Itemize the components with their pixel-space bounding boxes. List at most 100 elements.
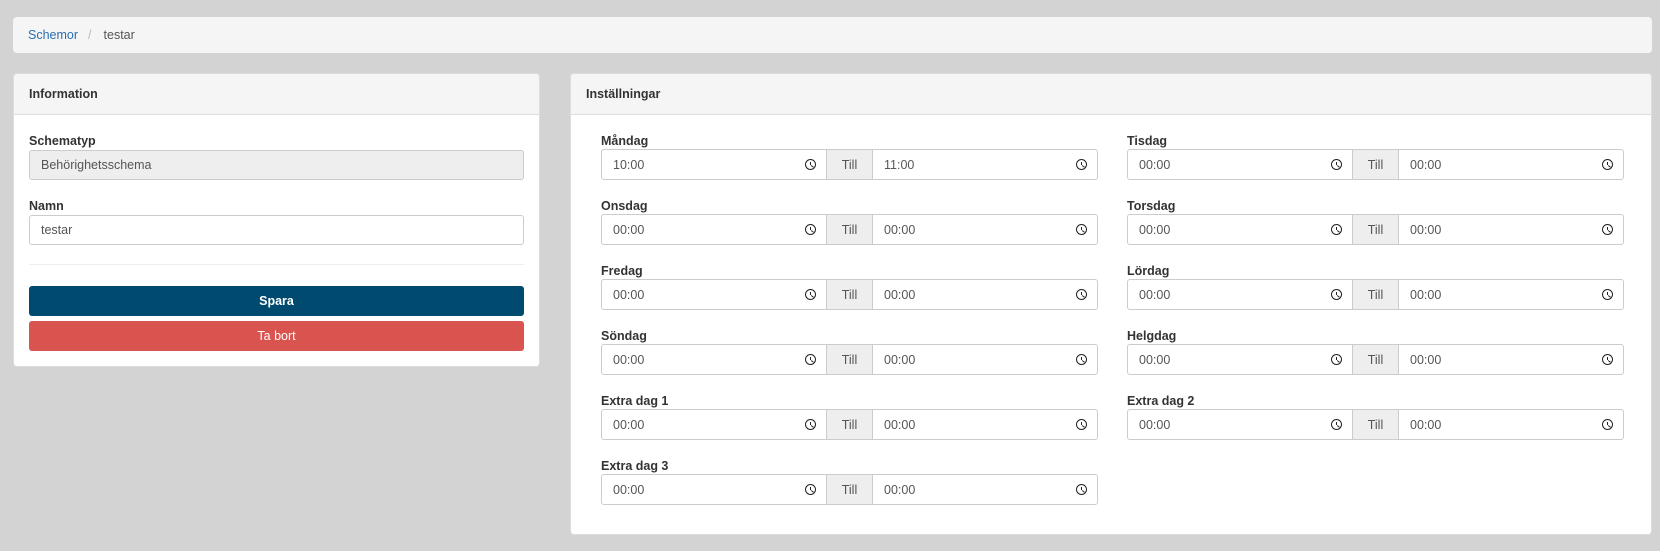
save-button[interactable]: Spara [29,286,524,316]
clock-icon[interactable] [1076,354,1087,365]
to-time-input[interactable]: 00:00 [872,344,1098,375]
from-time-value: 00:00 [1139,222,1171,237]
to-time-input[interactable]: 00:00 [1398,214,1624,245]
namn-input[interactable]: testar [29,215,524,245]
day-label: Torsdag [1127,199,1176,213]
from-time-input[interactable]: 00:00 [1127,279,1353,310]
clock-icon[interactable] [805,419,816,430]
breadcrumb-separator: / [88,28,92,42]
day-label: Extra dag 2 [1127,394,1195,408]
day-label: Onsdag [601,199,648,213]
day-row-extra-dag-2: Extra dag 2 00:00 Till 00:00 [1127,394,1624,446]
clock-icon[interactable] [1602,419,1613,430]
till-addon: Till [827,214,872,245]
from-time-value: 10:00 [613,157,645,172]
to-time-input[interactable]: 00:00 [872,474,1098,505]
from-time-input[interactable]: 00:00 [1127,409,1353,440]
clock-icon[interactable] [1331,354,1342,365]
settings-panel-heading: Inställningar [571,74,1651,115]
time-range: 00:00 Till 00:00 [601,214,1098,245]
to-time-input[interactable]: 00:00 [1398,409,1624,440]
to-time-value: 11:00 [884,157,915,172]
clock-icon[interactable] [1331,289,1342,300]
time-range: 10:00 Till 11:00 [601,149,1098,180]
from-time-input[interactable]: 00:00 [601,344,827,375]
information-panel-heading: Information [14,74,539,115]
day-row-extra-dag-1: Extra dag 1 00:00 Till 00:00 [601,394,1098,446]
day-row-helgdag: Helgdag 00:00 Till 00:00 [1127,329,1624,381]
breadcrumb-current: testar [103,28,135,42]
to-time-input[interactable]: 00:00 [872,409,1098,440]
day-label: Extra dag 3 [601,459,669,473]
from-time-value: 00:00 [1139,157,1171,172]
from-time-input[interactable]: 00:00 [601,474,827,505]
till-addon: Till [827,149,872,180]
from-time-input[interactable]: 00:00 [601,214,827,245]
clock-icon[interactable] [805,354,816,365]
day-row-måndag: Måndag 10:00 Till 11:00 [601,134,1098,186]
clock-icon[interactable] [1331,159,1342,170]
to-time-input[interactable]: 00:00 [1398,149,1624,180]
from-time-value: 00:00 [613,417,645,432]
clock-icon[interactable] [1076,484,1087,495]
from-time-input[interactable]: 10:00 [601,149,827,180]
to-time-input[interactable]: 00:00 [872,279,1098,310]
delete-button[interactable]: Ta bort [29,321,524,351]
day-row-extra-dag-3: Extra dag 3 00:00 Till 00:00 [601,459,1098,511]
clock-icon[interactable] [1331,419,1342,430]
clock-icon[interactable] [805,224,816,235]
day-row-onsdag: Onsdag 00:00 Till 00:00 [601,199,1098,251]
information-panel: Information Schematyp Behörighetsschema … [13,73,540,367]
till-addon: Till [1353,409,1398,440]
day-label: Söndag [601,329,647,343]
from-time-input[interactable]: 00:00 [601,409,827,440]
till-addon: Till [827,409,872,440]
time-range: 00:00 Till 00:00 [1127,344,1624,375]
from-time-value: 00:00 [613,222,645,237]
till-addon: Till [827,279,872,310]
clock-icon[interactable] [1076,159,1087,170]
from-time-value: 00:00 [1139,352,1171,367]
till-addon: Till [1353,344,1398,375]
schematyp-field: Behörighetsschema [29,150,524,180]
day-label: Fredag [601,264,643,278]
to-time-input[interactable]: 00:00 [1398,344,1624,375]
from-time-input[interactable]: 00:00 [1127,344,1353,375]
from-time-value: 00:00 [1139,417,1171,432]
settings-panel: Inställningar Måndag 10:00 Till 11:00 Tisdag… [570,73,1652,535]
breadcrumb: Schemor / testar [13,17,1652,53]
from-time-value: 00:00 [613,352,645,367]
to-time-value: 00:00 [1410,222,1442,237]
to-time-value: 00:00 [884,287,916,302]
time-range: 00:00 Till 00:00 [601,409,1098,440]
till-addon: Till [1353,279,1398,310]
clock-icon[interactable] [1602,159,1613,170]
clock-icon[interactable] [1602,289,1613,300]
clock-icon[interactable] [1602,224,1613,235]
to-time-input[interactable]: 00:00 [1398,279,1624,310]
clock-icon[interactable] [1331,224,1342,235]
clock-icon[interactable] [805,484,816,495]
form-divider [29,264,524,265]
till-addon: Till [827,344,872,375]
till-addon: Till [827,474,872,505]
clock-icon[interactable] [1076,289,1087,300]
clock-icon[interactable] [1602,354,1613,365]
breadcrumb-link-schemor[interactable]: Schemor [28,28,78,42]
to-time-input[interactable]: 00:00 [872,214,1098,245]
namn-label: Namn [29,199,64,213]
from-time-input[interactable]: 00:00 [601,279,827,310]
day-row-torsdag: Torsdag 00:00 Till 00:00 [1127,199,1624,251]
time-range: 00:00 Till 00:00 [1127,214,1624,245]
clock-icon[interactable] [1076,224,1087,235]
till-addon: Till [1353,149,1398,180]
clock-icon[interactable] [805,289,816,300]
day-row-lördag: Lördag 00:00 Till 00:00 [1127,264,1624,316]
clock-icon[interactable] [1076,419,1087,430]
day-label: Extra dag 1 [601,394,669,408]
from-time-input[interactable]: 00:00 [1127,214,1353,245]
clock-icon[interactable] [805,159,816,170]
to-time-input[interactable]: 11:00 [872,149,1098,180]
from-time-input[interactable]: 00:00 [1127,149,1353,180]
time-range: 00:00 Till 00:00 [601,474,1098,505]
